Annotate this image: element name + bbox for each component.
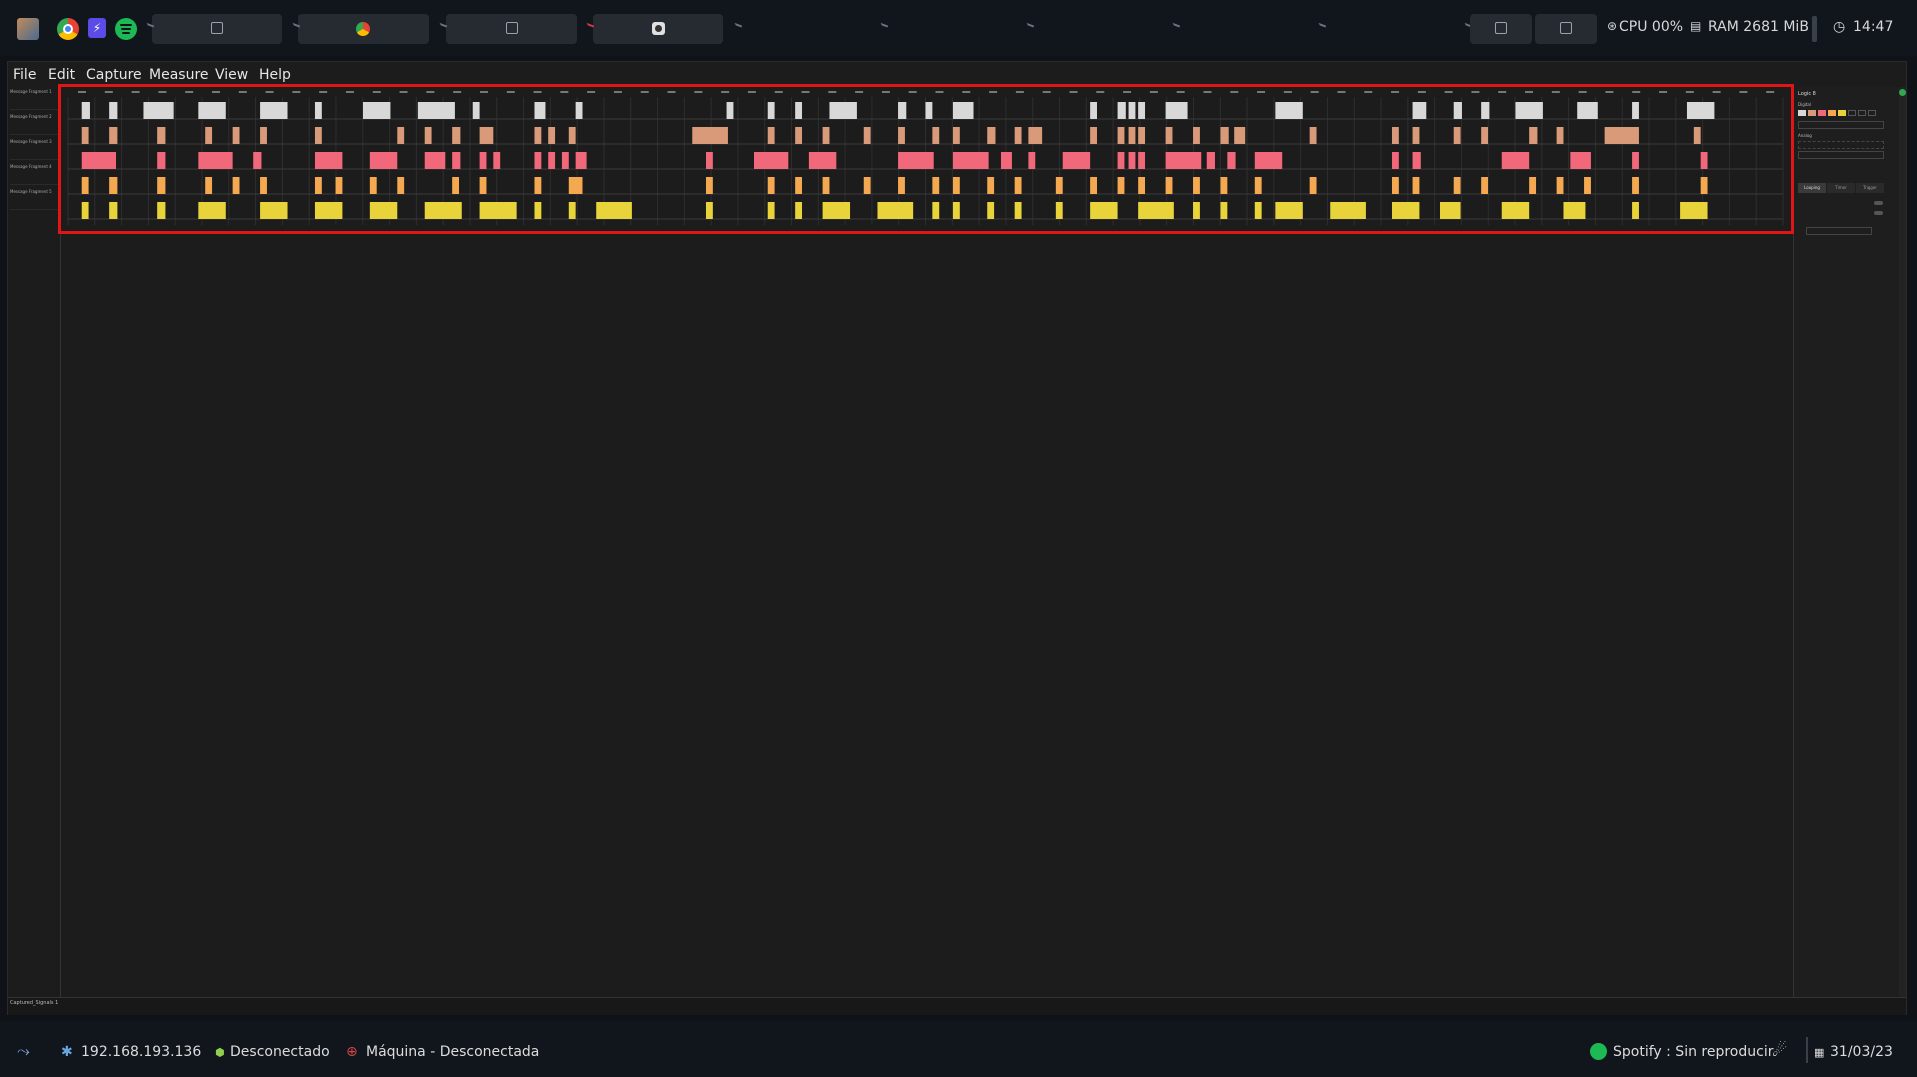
vpn-icon: ⬢ <box>215 1046 225 1059</box>
workspace-dot-icon <box>1023 22 1035 34</box>
vpn-status: Desconectado <box>230 1044 330 1060</box>
calendar-icon: ▦ <box>1814 1046 1825 1059</box>
chrome-icon <box>356 22 370 36</box>
analog-rate-select[interactable] <box>1798 151 1884 159</box>
cpu-usage: CPU 00% <box>1619 19 1684 35</box>
workspace-dot-icon <box>1315 22 1327 34</box>
channel-toggle[interactable] <box>1858 110 1866 116</box>
tab-trigger[interactable]: Trigger <box>1856 183 1884 193</box>
channel-label[interactable]: Message Fragment 1 <box>10 89 58 110</box>
burp-icon[interactable]: ⚡ <box>88 18 106 38</box>
bottom-taskbar: ⤳ ✱ 192.168.193.136 ⬢ Desconectado ⊕ Máq… <box>0 1021 1917 1077</box>
chrome-icon[interactable] <box>57 18 79 40</box>
cpu-icon: ⊛ <box>1607 19 1618 33</box>
taskbar-window-terminal-1[interactable] <box>152 14 282 44</box>
analog-label: Analog <box>1798 133 1812 138</box>
device-title: Logic 8 <box>1798 91 1816 97</box>
channel-label[interactable]: Message Fragment 4 <box>10 164 58 185</box>
highlight-box <box>58 84 1794 234</box>
tab-looping[interactable]: Looping <box>1798 183 1826 193</box>
channel-name: Message Fragment 2 <box>10 114 52 119</box>
terminal-icon <box>1560 22 1572 34</box>
channel-name: Message Fragment 1 <box>10 89 52 94</box>
bar-divider <box>1806 1037 1808 1063</box>
clock: 14:47 <box>1853 19 1894 35</box>
channel-name: Message Fragment 3 <box>10 139 52 144</box>
target-icon: ⊕ <box>346 1044 358 1060</box>
channel-toggle[interactable] <box>1798 110 1806 116</box>
date: 31/03/23 <box>1830 1044 1893 1060</box>
menu-help[interactable]: Help <box>259 67 291 83</box>
menu-measure[interactable]: Measure <box>149 67 209 83</box>
channel-label[interactable]: Message Fragment 2 <box>10 114 58 135</box>
taskbar-window-terminal-4[interactable] <box>1535 14 1597 44</box>
status-indicator-icon <box>1899 89 1906 96</box>
channel-name: Message Fragment 5 <box>10 189 52 194</box>
top-taskbar: ⚡ ⊛ CPU 00% ▤ RAM 2681 MiB ◷ 14:47 <box>0 0 1917 56</box>
ip-address: 192.168.193.136 <box>81 1044 202 1060</box>
target-status: Máquina - Desconectada <box>366 1044 540 1060</box>
channel-toggle[interactable] <box>1828 110 1836 116</box>
menu-file[interactable]: File <box>13 67 36 83</box>
tab-timer[interactable]: Timer <box>1827 183 1855 193</box>
taskbar-window-chrome[interactable] <box>298 14 429 44</box>
menu-capture[interactable]: Capture <box>86 67 142 83</box>
kali-dragon-icon[interactable]: ⤳ <box>17 1041 30 1061</box>
terminal-icon <box>505 22 518 34</box>
channel-name: Message Fragment 4 <box>10 164 52 169</box>
clock-icon: ◷ <box>1833 19 1846 35</box>
taskbar-window-logic[interactable] <box>593 14 723 44</box>
flame-icon: ☄ <box>1772 1041 1788 1061</box>
capture-mode-tabs: Looping Timer Trigger <box>1798 183 1886 193</box>
taskbar-window-terminal-3[interactable] <box>1470 14 1532 44</box>
spotify-icon[interactable] <box>1590 1043 1607 1060</box>
digital-channel-toggles[interactable] <box>1798 110 1883 116</box>
digital-label: Digital <box>1798 102 1811 107</box>
capture-tab-bar: Captured_Signals 1 <box>8 997 1906 1015</box>
sidebar-rail <box>1899 87 1906 997</box>
logic-app-icon <box>652 22 665 35</box>
ram-icon: ▤ <box>1690 19 1702 33</box>
toggle-switch[interactable] <box>1874 211 1883 215</box>
channel-toggle[interactable] <box>1808 110 1816 116</box>
channel-label[interactable]: Message Fragment 5 <box>10 189 58 210</box>
terminal-icon <box>1495 22 1507 34</box>
workspace-dot-icon <box>731 22 743 34</box>
spotify-icon[interactable] <box>115 18 137 40</box>
channel-toggle[interactable] <box>1868 110 1876 116</box>
menu-edit[interactable]: Edit <box>48 67 75 83</box>
workspace-dot-icon <box>1169 22 1181 34</box>
kali-logo-icon[interactable] <box>17 18 39 40</box>
channel-label[interactable]: Message Fragment 3 <box>10 139 58 160</box>
buffer-size-input[interactable] <box>1806 227 1872 235</box>
channel-toggle[interactable] <box>1818 110 1826 116</box>
network-icon: ✱ <box>61 1044 73 1060</box>
channel-labels: Message Fragment 1 Message Fragment 2 Me… <box>8 87 61 997</box>
bar-divider <box>1812 16 1817 42</box>
sample-rate-select[interactable] <box>1798 121 1884 129</box>
channel-toggle[interactable] <box>1838 110 1846 116</box>
workspace-dot-icon <box>877 22 889 34</box>
taskbar-window-terminal-2[interactable] <box>446 14 577 44</box>
menu-view[interactable]: View <box>215 67 248 83</box>
toggle-switch[interactable] <box>1874 201 1883 205</box>
capture-tab[interactable]: Captured_Signals 1 <box>10 1000 58 1006</box>
terminal-icon <box>211 22 223 34</box>
channel-toggle[interactable] <box>1848 110 1856 116</box>
analog-channel-toggles[interactable] <box>1798 141 1884 149</box>
device-settings-panel: Logic 8 Digital Analog Looping Timer Tri… <box>1793 87 1900 997</box>
spotify-status: Spotify : Sin reproducir <box>1613 1044 1774 1060</box>
ram-usage: RAM 2681 MiB <box>1708 19 1809 35</box>
